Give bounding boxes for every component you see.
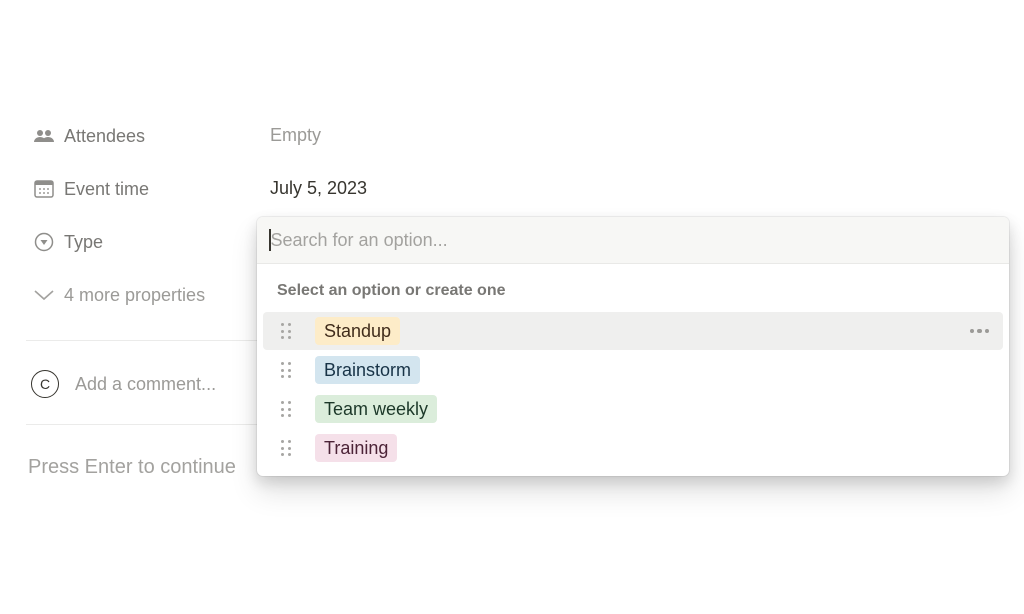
drag-handle-icon[interactable]	[281, 361, 293, 379]
property-row-type[interactable]: Type	[34, 228, 103, 256]
continue-hint: Press Enter to continue	[28, 456, 236, 478]
more-properties-label: 4 more properties	[64, 284, 206, 305]
option-team-weekly[interactable]: Team weekly	[263, 390, 1003, 428]
drag-handle-icon[interactable]	[281, 439, 293, 457]
option-tag: Team weekly	[315, 395, 438, 423]
divider	[26, 340, 266, 341]
people-icon	[34, 126, 54, 146]
comment-row[interactable]: C Add a comment...	[31, 369, 216, 399]
divider	[26, 424, 266, 425]
property-label: Event time	[64, 178, 150, 199]
select-icon	[34, 232, 54, 252]
comment-input[interactable]: Add a comment...	[75, 374, 216, 395]
avatar: C	[31, 370, 59, 398]
drag-handle-icon[interactable]	[281, 322, 293, 340]
property-row-attendees[interactable]: Attendees	[34, 122, 145, 150]
search-bar	[257, 217, 1009, 264]
section-label: Select an option or create one	[277, 282, 506, 299]
event-time-value[interactable]: July 5, 2023	[270, 178, 367, 199]
more-properties-toggle[interactable]: 4 more properties	[34, 281, 205, 309]
option-dropdown: Select an option or create one Standup B…	[257, 217, 1009, 476]
property-row-event-time[interactable]: Event time	[34, 175, 149, 203]
option-tag: Standup	[315, 317, 401, 345]
chevron-down-icon	[34, 285, 54, 305]
property-label: Attendees	[64, 125, 146, 146]
option-standup[interactable]: Standup	[263, 312, 1003, 350]
drag-handle-icon[interactable]	[281, 400, 293, 418]
calendar-icon	[34, 179, 54, 199]
option-tag: Training	[315, 434, 398, 462]
more-options-icon[interactable]	[969, 322, 989, 340]
option-brainstorm[interactable]: Brainstorm	[263, 351, 1003, 389]
property-label: Type	[64, 231, 104, 252]
search-input[interactable]	[270, 229, 1009, 251]
option-tag: Brainstorm	[315, 356, 421, 384]
option-training[interactable]: Training	[263, 429, 1003, 467]
attendees-value[interactable]: Empty	[270, 125, 321, 146]
